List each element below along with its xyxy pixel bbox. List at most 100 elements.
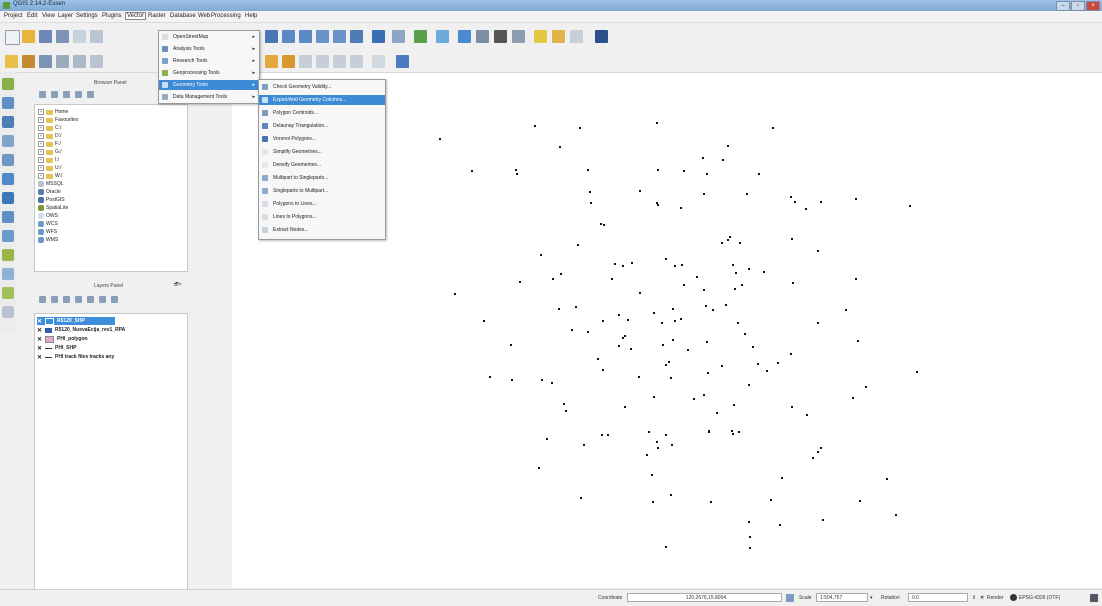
scale-dropdown-icon[interactable]: ▾	[870, 595, 873, 601]
attribute-table-icon[interactable]	[458, 30, 471, 43]
move-feature-icon[interactable]	[73, 55, 86, 68]
remove-layer-icon[interactable]	[111, 296, 118, 303]
tree-item-wfs[interactable]: WFS	[38, 228, 57, 236]
tree-item-c[interactable]: + C:/	[38, 124, 61, 132]
tree-item-oracle[interactable]: Oracle	[38, 188, 61, 196]
node-tool-icon[interactable]	[90, 55, 103, 68]
composer-manager-icon[interactable]	[90, 30, 103, 43]
tree-item-g[interactable]: + G:/	[38, 148, 62, 156]
menu-item-voronoi-polygons[interactable]: Voronoi Polygons...	[259, 134, 385, 144]
minimize-button[interactable]: –	[1056, 1, 1070, 11]
add-group-icon[interactable]	[51, 296, 58, 303]
add-vector-layer-icon[interactable]	[2, 78, 14, 90]
tree-item-d[interactable]: + D:/	[38, 132, 61, 140]
open-project-icon[interactable]	[22, 30, 35, 43]
expand-all-icon[interactable]	[87, 296, 94, 303]
layer-item[interactable]: ✕ R5120_NuevaEcija_rev1_RPA	[37, 326, 125, 334]
rotation-spinner-icon[interactable]: ⇕	[972, 595, 976, 601]
show-labels-icon[interactable]	[299, 55, 312, 68]
new-shapefile-icon[interactable]	[2, 268, 14, 280]
tree-item-home[interactable]: + Home	[38, 108, 68, 116]
menu-layer[interactable]: Layer	[58, 13, 73, 19]
add-oracle-layer-icon[interactable]	[2, 173, 14, 185]
layer-visibility-checkbox[interactable]: ✕	[37, 318, 42, 325]
collapse-all-icon[interactable]	[75, 91, 82, 98]
rotation-field[interactable]: 0.0	[908, 593, 968, 602]
menu-item-densify-geometries[interactable]: Densify Geometries...	[259, 160, 385, 170]
identify-icon[interactable]	[372, 30, 385, 43]
add-delimited-text-icon[interactable]	[2, 249, 14, 261]
tree-item-postgis[interactable]: PostGIS	[38, 196, 65, 204]
menu-item-polygons-to-lines[interactable]: Polygons to Lines...	[259, 199, 385, 209]
maximize-button[interactable]: ▫	[1071, 1, 1085, 11]
toggle-editing-icon[interactable]	[22, 55, 35, 68]
menu-item-research-tools[interactable]: Research Tools ▸	[159, 56, 259, 66]
close-button[interactable]: ×	[1086, 1, 1100, 11]
filter-icon[interactable]	[63, 91, 70, 98]
menu-raster[interactable]: Raster	[148, 13, 166, 19]
add-postgis-layer-icon[interactable]	[2, 116, 14, 128]
select-feature-icon[interactable]	[414, 30, 427, 43]
menu-item-lines-to-polygons[interactable]: Lines to Polygons...	[259, 212, 385, 222]
help-icon[interactable]	[595, 30, 608, 43]
menu-item-simplify-geometries[interactable]: Simplify Geometries...	[259, 147, 385, 157]
crs-status[interactable]: EPSG:4326 (OTF)	[1019, 595, 1060, 601]
tree-item-favourites[interactable]: + Favourites	[38, 116, 78, 124]
globe-icon[interactable]	[1010, 594, 1017, 601]
annotation-icon[interactable]	[534, 30, 547, 43]
refresh-icon[interactable]	[350, 30, 363, 43]
layer-visibility-checkbox[interactable]: ✕	[37, 354, 42, 361]
zoom-in-icon[interactable]	[282, 30, 295, 43]
scale-field[interactable]: 1:504,757	[816, 593, 868, 602]
menu-item-geoprocessing-tools[interactable]: Geoprocessing Tools ▸	[159, 68, 259, 78]
extents-toggle-icon[interactable]	[786, 594, 794, 602]
deselect-icon[interactable]	[436, 30, 449, 43]
layer-item[interactable]: ✕ PHI_SHP	[37, 344, 76, 352]
manage-themes-icon[interactable]	[75, 296, 82, 303]
refresh-browser-icon[interactable]	[51, 91, 58, 98]
add-selected-icon[interactable]	[39, 91, 46, 98]
menu-database[interactable]: Database	[170, 13, 196, 19]
add-raster-layer-icon[interactable]	[2, 97, 14, 109]
collapse-all-icon[interactable]	[99, 296, 106, 303]
add-wfs-layer-icon[interactable]	[2, 230, 14, 242]
layer-visibility-checkbox[interactable]: ✕	[37, 336, 42, 343]
menu-view[interactable]: View	[42, 13, 55, 19]
layer-visibility-checkbox[interactable]: ✕	[37, 345, 42, 352]
panel-float-close-button[interactable]: 🗗×	[174, 282, 182, 290]
menu-settings[interactable]: Settings	[76, 13, 98, 19]
select-icon[interactable]	[392, 30, 405, 43]
new-project-icon[interactable]	[5, 30, 20, 45]
virtual-layer-icon[interactable]	[2, 306, 14, 318]
layer-item[interactable]: ✕ PHI_polygon	[37, 335, 88, 343]
rotate-label-icon[interactable]	[333, 55, 346, 68]
coordinate-field[interactable]: 120.2676,15.8004	[627, 593, 782, 602]
menu-item-delaunay-triangulation[interactable]: Delaunay Triangulation...	[259, 121, 385, 131]
menu-project[interactable]: Project	[4, 13, 23, 19]
layer-visibility-checkbox[interactable]: ✕	[37, 327, 42, 334]
map-tips-icon[interactable]	[552, 30, 565, 43]
add-wms-layer-icon[interactable]	[2, 192, 14, 204]
layer-item[interactable]: ✕ R5120_SHP	[37, 317, 115, 325]
zoom-full-icon[interactable]	[316, 30, 329, 43]
menu-item-polygon-centroids[interactable]: Polygon Centroids...	[259, 108, 385, 118]
menu-item-check-geometry-validity[interactable]: Check Geometry Validity...	[259, 82, 385, 92]
statistics-icon[interactable]	[494, 30, 507, 43]
zoom-out-icon[interactable]	[299, 30, 312, 43]
menu-processing[interactable]: Processing	[211, 13, 241, 19]
add-wcs-layer-icon[interactable]	[2, 211, 14, 223]
open-styling-icon[interactable]	[39, 296, 46, 303]
move-label-icon[interactable]	[316, 55, 329, 68]
menu-item-analysis-tools[interactable]: Analysis Tools ▸	[159, 44, 259, 54]
render-checkbox[interactable]: ✕	[980, 595, 984, 601]
save-as-icon[interactable]	[56, 30, 69, 43]
tree-item-u[interactable]: + U:/	[38, 164, 61, 172]
tree-item-i[interactable]: + I:/	[38, 156, 59, 164]
new-spatialite-icon[interactable]	[2, 287, 14, 299]
tree-item-wms[interactable]: WMS	[38, 236, 58, 244]
pin-labels-icon[interactable]	[282, 55, 295, 68]
bookmark-icon[interactable]	[570, 30, 583, 43]
add-spatialite-layer-icon[interactable]	[2, 135, 14, 147]
change-label-icon[interactable]	[350, 55, 363, 68]
menu-vector[interactable]: Vector	[125, 12, 147, 20]
